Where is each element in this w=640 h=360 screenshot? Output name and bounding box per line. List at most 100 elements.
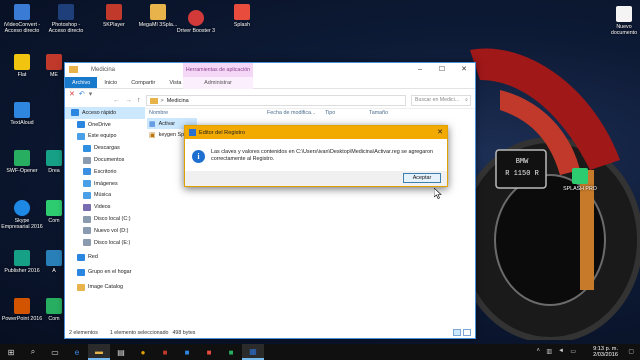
network-icon[interactable]: ▥: [546, 348, 552, 355]
delete-icon[interactable]: ✕: [69, 90, 75, 98]
edge-icon[interactable]: e: [66, 344, 88, 360]
desktop-icon-powerpoint[interactable]: PowerPoint 2016: [0, 298, 44, 322]
desktop-icon-label: SWF-Opener: [6, 168, 38, 174]
registry-editor-taskbar-icon[interactable]: ▦: [242, 344, 264, 360]
tab-administrar[interactable]: Administrar: [183, 77, 253, 89]
accept-button[interactable]: Aceptar: [403, 173, 441, 183]
driver-booster-icon: [188, 10, 204, 26]
tab-inicio[interactable]: Inicio: [97, 77, 124, 88]
task-view-icon[interactable]: ▭: [44, 344, 66, 360]
drive-icon: [83, 239, 91, 247]
maximize-button[interactable]: ☐: [431, 63, 453, 77]
registry-editor-dialog: Editor del Registro ✕ i Las claves y val…: [184, 125, 448, 187]
undo-icon[interactable]: ↶: [79, 90, 85, 98]
desktop-icon-nuevo-documento[interactable]: Nuevo documento: [604, 6, 640, 36]
keyboard-icon[interactable]: ▭: [570, 348, 576, 355]
app-icon[interactable]: ■: [220, 344, 242, 360]
tab-archivo[interactable]: Archivo: [65, 77, 98, 88]
plate-line-1: BMW: [515, 158, 529, 166]
nav-item-red[interactable]: Red: [65, 252, 145, 264]
start-button[interactable]: ⊞: [0, 344, 22, 360]
desktop-icon-com-2[interactable]: Com: [44, 298, 64, 322]
desktop-icon-swf-opener[interactable]: SWF-Opener: [0, 150, 44, 174]
column-fecha[interactable]: Fecha de modifica...: [267, 110, 325, 116]
nav-item-acceso-rapido[interactable]: Acceso rápido: [65, 107, 145, 119]
clock[interactable]: 9:13 p. m. 2/03/2016: [593, 346, 618, 358]
search-icon[interactable]: ⌕: [22, 344, 44, 360]
folder-icon: [69, 66, 78, 73]
search-input[interactable]: Buscar en Medici... ⌕: [411, 95, 471, 106]
app-icon[interactable]: ■: [198, 344, 220, 360]
nav-item-imagenes[interactable]: Imágenes: [65, 178, 145, 190]
dialog-close-button[interactable]: ✕: [437, 126, 443, 139]
desktop-icon-photoshop[interactable]: Photoshop - Acceso directo: [44, 4, 88, 34]
minimize-button[interactable]: –: [409, 63, 431, 77]
dialog-titlebar[interactable]: Editor del Registro ✕: [185, 126, 447, 139]
up-arrow-icon[interactable]: ↑: [137, 97, 141, 104]
dialog-body: i Las claves y valores contenidos en C:\…: [185, 139, 447, 173]
nav-item-descargas[interactable]: Descargas: [65, 142, 145, 154]
chevron-up-icon[interactable]: ˄: [536, 348, 540, 354]
folder-icon: [150, 4, 166, 20]
desktop-icon-com-1[interactable]: Com: [44, 200, 64, 224]
store-icon[interactable]: ▤: [110, 344, 132, 360]
nav-item-label: Nuevo vol (D:): [94, 227, 129, 234]
license-plate: BMW R 1150 R: [498, 152, 546, 188]
desktop-icon-textaloud[interactable]: TextAloud: [0, 102, 44, 126]
status-bar: 2 elementos 1 elemento seleccionado 498 …: [69, 330, 195, 336]
nav-item-image-catalog[interactable]: Image Catalog: [65, 281, 145, 293]
large-icons-view-icon[interactable]: [463, 329, 471, 336]
column-tipo[interactable]: Tipo: [325, 110, 369, 116]
desktop-icon-flat[interactable]: Flat: [0, 54, 44, 78]
download-icon: [83, 144, 91, 152]
desktop-icon-drea[interactable]: Drea: [44, 150, 64, 174]
volume-icon[interactable]: ◄: [558, 348, 564, 354]
nav-item-label: Documentos: [94, 157, 125, 164]
explorer-titlebar[interactable]: Medicina Herramientas de aplicación – ☐ …: [65, 63, 475, 77]
address-bar[interactable]: > Medicina: [145, 95, 406, 106]
nav-item-escritorio[interactable]: Escritorio: [65, 166, 145, 178]
nav-item-musica[interactable]: Música: [65, 190, 145, 202]
file-explorer-window: Medicina Herramientas de aplicación – ☐ …: [64, 62, 476, 339]
desktop-icon-publisher[interactable]: Publisher 2016: [0, 250, 44, 274]
nav-item-videos[interactable]: Videos: [65, 201, 145, 213]
app-icon[interactable]: ■: [154, 344, 176, 360]
nav-item-nuevo-vol-d[interactable]: Nuevo vol (D:): [65, 225, 145, 237]
notifications-icon[interactable]: ▢: [628, 348, 634, 355]
dropdown-icon[interactable]: ▾: [89, 90, 93, 98]
desktop-icon-label: SPLASH PRO: [563, 186, 597, 192]
desktop-icon-splash-pro[interactable]: SPLASH PRO: [558, 168, 602, 192]
status-item-count: 2 elementos: [69, 330, 98, 336]
desktop-icon-driver-booster[interactable]: Driver Booster 3: [174, 10, 218, 34]
desktop-icon-label: Com: [48, 218, 60, 224]
drive-icon: [83, 215, 91, 223]
details-view-icon[interactable]: [453, 329, 461, 336]
chrome-icon[interactable]: ●: [132, 344, 154, 360]
nav-item-grupo-hogar[interactable]: Grupo en el hogar: [65, 266, 145, 278]
desktop-icon-5kplayer[interactable]: 5KPlayer: [92, 4, 136, 28]
quick-access-toolbar: ✕ ↶ ▾: [69, 90, 92, 98]
search-placeholder: Buscar en Medici...: [415, 97, 460, 103]
information-icon: i: [192, 149, 205, 163]
desktop-icon-me[interactable]: ME: [44, 54, 64, 78]
close-button[interactable]: ✕: [453, 63, 475, 77]
app-icon[interactable]: ■: [176, 344, 198, 360]
file-explorer-icon[interactable]: ▬: [88, 344, 110, 360]
drive-icon: [83, 227, 91, 235]
forward-arrow-icon[interactable]: →: [125, 97, 132, 104]
desktop-icon-ivideoconvert[interactable]: iVideoConvert - Acceso directo: [0, 4, 44, 34]
nav-item-label: Image Catalog: [88, 284, 124, 291]
desktop-icon-splash[interactable]: Splash: [220, 4, 264, 28]
column-tamano[interactable]: Tamaño: [369, 110, 409, 116]
desktop-icon-a[interactable]: A: [44, 250, 64, 274]
nav-item-disco-e[interactable]: Disco local (E:): [65, 237, 145, 249]
nav-item-documentos[interactable]: Documentos: [65, 154, 145, 166]
nav-item-disco-c[interactable]: Disco local (C:): [65, 213, 145, 225]
tab-compartir[interactable]: Compartir: [124, 77, 162, 88]
column-nombre[interactable]: Nombre: [147, 110, 267, 116]
back-arrow-icon[interactable]: ←: [113, 97, 120, 104]
nav-item-onedrive[interactable]: OneDrive: [65, 119, 145, 131]
desktop-icon-skype[interactable]: Skype Empresarial 2016: [0, 200, 44, 230]
nav-item-este-equipo[interactable]: Este equipo: [65, 131, 145, 143]
breadcrumb[interactable]: Medicina: [167, 98, 189, 104]
